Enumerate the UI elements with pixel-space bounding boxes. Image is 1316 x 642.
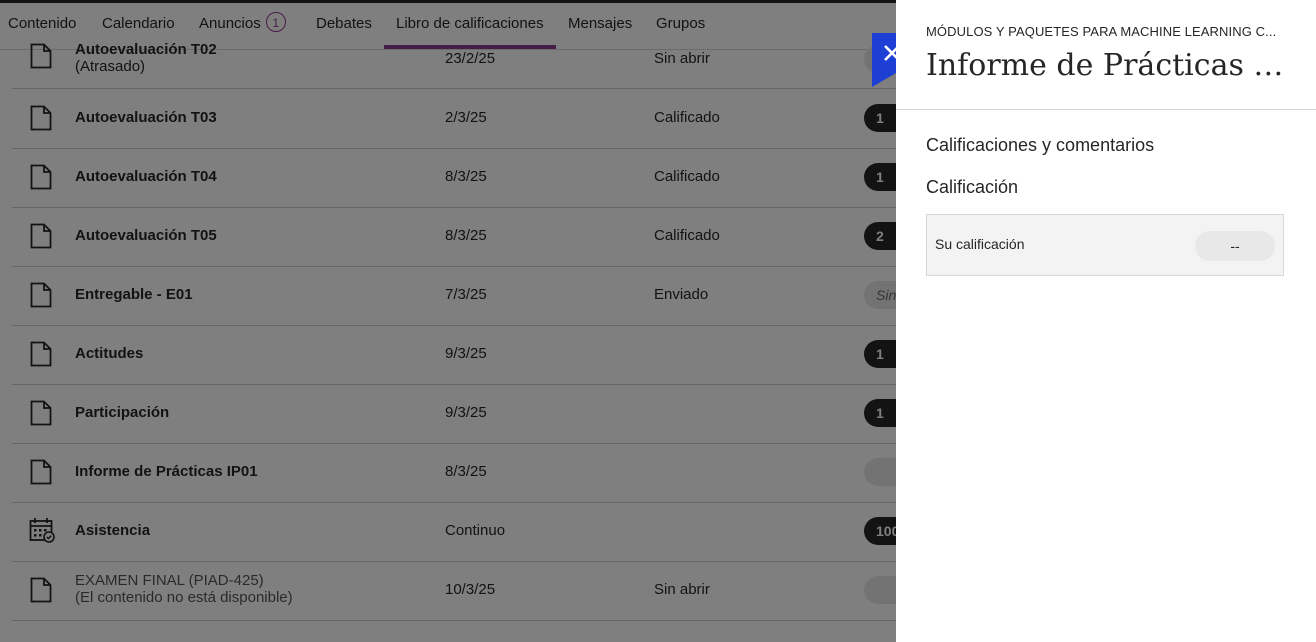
grade-detail-panel: MÓDULOS Y PAQUETES PARA MACHINE LEARNING… — [896, 0, 1316, 642]
close-button-tab — [872, 73, 896, 87]
panel-title: Informe de Prácticas IP... — [926, 48, 1288, 83]
grade-heading: Calificación — [926, 177, 1019, 197]
grade-box: Su calificación -- — [926, 214, 1284, 276]
grade-label: Su calificación — [935, 236, 1025, 252]
grade-value-pill: -- — [1195, 231, 1275, 261]
section-heading: Calificaciones y comentarios — [926, 135, 1155, 155]
divider — [896, 109, 1316, 110]
course-name: MÓDULOS Y PAQUETES PARA MACHINE LEARNING… — [926, 24, 1277, 39]
